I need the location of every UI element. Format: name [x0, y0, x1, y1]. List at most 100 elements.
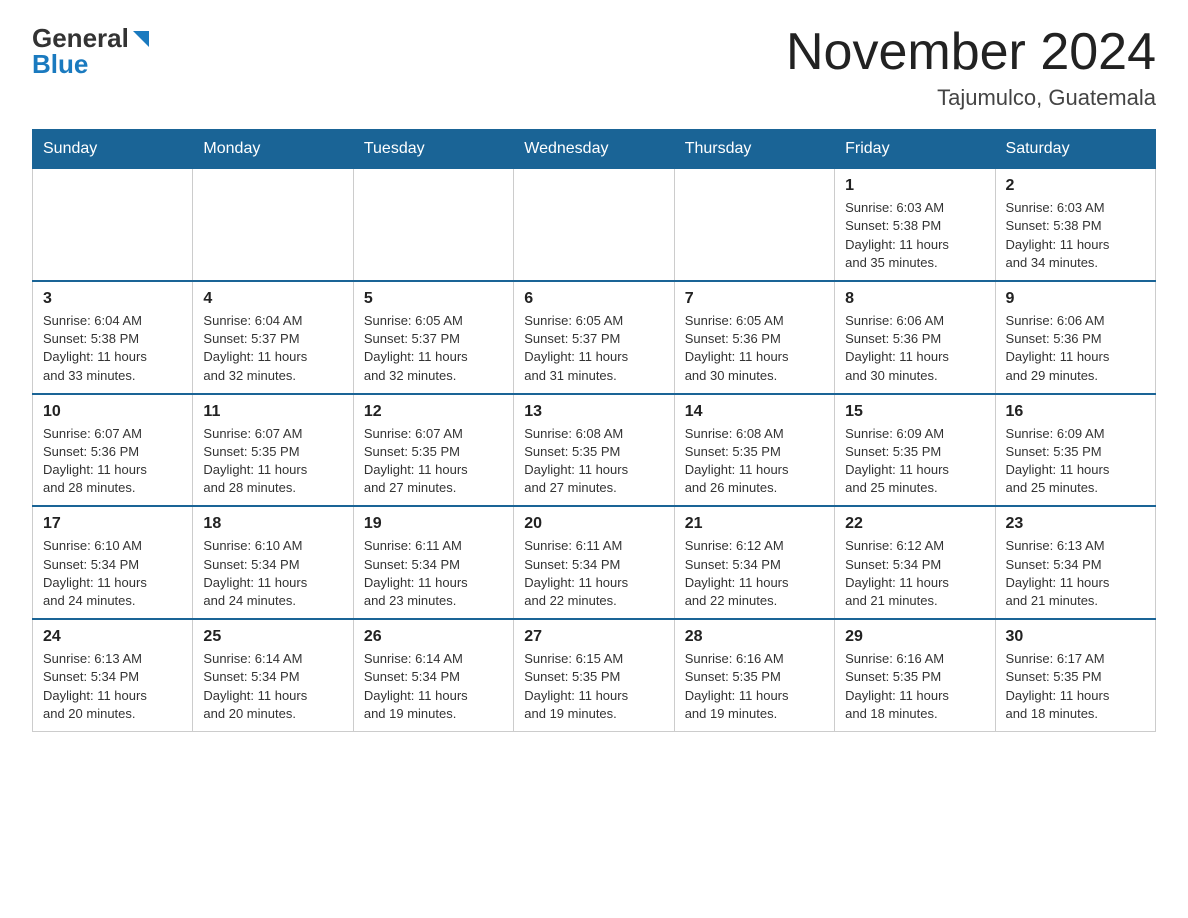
- day-number: 13: [524, 403, 663, 421]
- calendar-cell: 26 Sunrise: 6:14 AM Sunset: 5:34 PM Dayli…: [353, 619, 513, 731]
- calendar-title: November 2024: [786, 24, 1156, 81]
- title-block: November 2024 Tajumulco, Guatemala: [786, 24, 1156, 111]
- day-sun-info: Sunrise: 6:11 AM Sunset: 5:34 PM Dayligh…: [364, 537, 503, 610]
- day-sun-info: Sunrise: 6:05 AM Sunset: 5:36 PM Dayligh…: [685, 312, 824, 385]
- day-sun-info: Sunrise: 6:17 AM Sunset: 5:35 PM Dayligh…: [1006, 650, 1145, 723]
- weekday-header-sunday: Sunday: [33, 130, 193, 169]
- calendar-cell: 24Sunrise: 6:13 AM Sunset: 5:34 PM Dayli…: [33, 619, 193, 731]
- logo-arrow-icon: [131, 29, 151, 49]
- day-sun-info: Sunrise: 6:14 AM Sunset: 5:34 PM Dayligh…: [203, 650, 342, 723]
- calendar-cell: 23 Sunrise: 6:13 AM Sunset: 5:34 PM Dayli…: [995, 506, 1155, 619]
- calendar-cell: 28Sunrise: 6:16 AM Sunset: 5:35 PM Dayli…: [674, 619, 834, 731]
- weekday-header-tuesday: Tuesday: [353, 130, 513, 169]
- day-number: 19: [364, 515, 503, 533]
- calendar-cell: 6 Sunrise: 6:05 AM Sunset: 5:37 PM Daylig…: [514, 281, 674, 394]
- day-number: 20: [524, 515, 663, 533]
- day-number: 15: [845, 403, 984, 421]
- day-sun-info: Sunrise: 6:05 AM Sunset: 5:37 PM Dayligh…: [364, 312, 503, 385]
- calendar-cell: 27Sunrise: 6:15 AM Sunset: 5:35 PM Dayli…: [514, 619, 674, 731]
- calendar-cell: [33, 169, 193, 281]
- day-number: 14: [685, 403, 824, 421]
- day-number: 6: [524, 290, 663, 308]
- calendar-cell: [353, 169, 513, 281]
- weekday-header-friday: Friday: [835, 130, 995, 169]
- calendar-week-row: 17 Sunrise: 6:10 AM Sunset: 5:34 PM Dayli…: [33, 506, 1156, 619]
- logo: General Blue: [32, 24, 151, 80]
- day-sun-info: Sunrise: 6:09 AM Sunset: 5:35 PM Dayligh…: [1006, 425, 1145, 498]
- calendar-cell: 2 Sunrise: 6:03 AM Sunset: 5:38 PM Daylig…: [995, 169, 1155, 281]
- day-sun-info: Sunrise: 6:12 AM Sunset: 5:34 PM Dayligh…: [685, 537, 824, 610]
- day-number: 2: [1006, 177, 1145, 195]
- day-number: 18: [203, 515, 342, 533]
- day-number: 28: [685, 628, 824, 646]
- day-sun-info: Sunrise: 6:13 AM Sunset: 5:34 PM Dayligh…: [1006, 537, 1145, 610]
- calendar-cell: 25 Sunrise: 6:14 AM Sunset: 5:34 PM Dayli…: [193, 619, 353, 731]
- day-sun-info: Sunrise: 6:03 AM Sunset: 5:38 PM Dayligh…: [845, 199, 984, 272]
- day-number: 29: [845, 628, 984, 646]
- calendar-cell: 30Sunrise: 6:17 AM Sunset: 5:35 PM Dayli…: [995, 619, 1155, 731]
- day-number: 16: [1006, 403, 1145, 421]
- day-sun-info: Sunrise: 6:05 AM Sunset: 5:37 PM Dayligh…: [524, 312, 663, 385]
- day-number: 21: [685, 515, 824, 533]
- day-sun-info: Sunrise: 6:09 AM Sunset: 5:35 PM Dayligh…: [845, 425, 984, 498]
- day-sun-info: Sunrise: 6:13 AM Sunset: 5:34 PM Dayligh…: [43, 650, 182, 723]
- day-sun-info: Sunrise: 6:06 AM Sunset: 5:36 PM Dayligh…: [845, 312, 984, 385]
- calendar-cell: [514, 169, 674, 281]
- day-number: 4: [203, 290, 342, 308]
- page-header: General Blue November 2024 Tajumulco, Gu…: [32, 24, 1156, 111]
- day-number: 26: [364, 628, 503, 646]
- day-sun-info: Sunrise: 6:10 AM Sunset: 5:34 PM Dayligh…: [43, 537, 182, 610]
- calendar-cell: 11Sunrise: 6:07 AM Sunset: 5:35 PM Dayli…: [193, 394, 353, 507]
- calendar-cell: [674, 169, 834, 281]
- calendar-cell: 10 Sunrise: 6:07 AM Sunset: 5:36 PM Dayli…: [33, 394, 193, 507]
- weekday-header-wednesday: Wednesday: [514, 130, 674, 169]
- calendar-cell: 16 Sunrise: 6:09 AM Sunset: 5:35 PM Dayli…: [995, 394, 1155, 507]
- calendar-cell: 5Sunrise: 6:05 AM Sunset: 5:37 PM Daylig…: [353, 281, 513, 394]
- calendar-cell: 22 Sunrise: 6:12 AM Sunset: 5:34 PM Dayli…: [835, 506, 995, 619]
- weekday-header-saturday: Saturday: [995, 130, 1155, 169]
- calendar-cell: 14 Sunrise: 6:08 AM Sunset: 5:35 PM Dayli…: [674, 394, 834, 507]
- calendar-week-row: 10 Sunrise: 6:07 AM Sunset: 5:36 PM Dayli…: [33, 394, 1156, 507]
- calendar-cell: 17 Sunrise: 6:10 AM Sunset: 5:34 PM Dayli…: [33, 506, 193, 619]
- day-sun-info: Sunrise: 6:04 AM Sunset: 5:37 PM Dayligh…: [203, 312, 342, 385]
- day-sun-info: Sunrise: 6:10 AM Sunset: 5:34 PM Dayligh…: [203, 537, 342, 610]
- day-number: 9: [1006, 290, 1145, 308]
- day-sun-info: Sunrise: 6:15 AM Sunset: 5:35 PM Dayligh…: [524, 650, 663, 723]
- day-sun-info: Sunrise: 6:14 AM Sunset: 5:34 PM Dayligh…: [364, 650, 503, 723]
- day-sun-info: Sunrise: 6:12 AM Sunset: 5:34 PM Dayligh…: [845, 537, 984, 610]
- day-sun-info: Sunrise: 6:16 AM Sunset: 5:35 PM Dayligh…: [845, 650, 984, 723]
- calendar-cell: 19 Sunrise: 6:11 AM Sunset: 5:34 PM Dayli…: [353, 506, 513, 619]
- day-number: 3: [43, 290, 182, 308]
- day-sun-info: Sunrise: 6:08 AM Sunset: 5:35 PM Dayligh…: [685, 425, 824, 498]
- calendar-header-row: SundayMondayTuesdayWednesdayThursdayFrid…: [33, 130, 1156, 169]
- day-number: 12: [364, 403, 503, 421]
- day-sun-info: Sunrise: 6:06 AM Sunset: 5:36 PM Dayligh…: [1006, 312, 1145, 385]
- calendar-cell: 15 Sunrise: 6:09 AM Sunset: 5:35 PM Dayli…: [835, 394, 995, 507]
- calendar-week-row: 3Sunrise: 6:04 AM Sunset: 5:38 PM Daylig…: [33, 281, 1156, 394]
- calendar-cell: [193, 169, 353, 281]
- day-number: 10: [43, 403, 182, 421]
- calendar-cell: 12 Sunrise: 6:07 AM Sunset: 5:35 PM Dayli…: [353, 394, 513, 507]
- day-sun-info: Sunrise: 6:07 AM Sunset: 5:35 PM Dayligh…: [203, 425, 342, 498]
- calendar-cell: 20Sunrise: 6:11 AM Sunset: 5:34 PM Dayli…: [514, 506, 674, 619]
- calendar-cell: 8Sunrise: 6:06 AM Sunset: 5:36 PM Daylig…: [835, 281, 995, 394]
- day-number: 23: [1006, 515, 1145, 533]
- calendar-cell: 1 Sunrise: 6:03 AM Sunset: 5:38 PM Daylig…: [835, 169, 995, 281]
- day-number: 25: [203, 628, 342, 646]
- day-sun-info: Sunrise: 6:07 AM Sunset: 5:36 PM Dayligh…: [43, 425, 182, 498]
- calendar-table: SundayMondayTuesdayWednesdayThursdayFrid…: [32, 129, 1156, 732]
- day-number: 22: [845, 515, 984, 533]
- day-sun-info: Sunrise: 6:07 AM Sunset: 5:35 PM Dayligh…: [364, 425, 503, 498]
- calendar-subtitle: Tajumulco, Guatemala: [786, 85, 1156, 111]
- day-number: 1: [845, 177, 984, 195]
- calendar-cell: 4 Sunrise: 6:04 AM Sunset: 5:37 PM Daylig…: [193, 281, 353, 394]
- weekday-header-thursday: Thursday: [674, 130, 834, 169]
- day-number: 17: [43, 515, 182, 533]
- day-number: 7: [685, 290, 824, 308]
- calendar-cell: 9 Sunrise: 6:06 AM Sunset: 5:36 PM Daylig…: [995, 281, 1155, 394]
- day-sun-info: Sunrise: 6:03 AM Sunset: 5:38 PM Dayligh…: [1006, 199, 1145, 272]
- calendar-week-row: 24Sunrise: 6:13 AM Sunset: 5:34 PM Dayli…: [33, 619, 1156, 731]
- calendar-week-row: 1 Sunrise: 6:03 AM Sunset: 5:38 PM Daylig…: [33, 169, 1156, 281]
- calendar-cell: 29 Sunrise: 6:16 AM Sunset: 5:35 PM Dayli…: [835, 619, 995, 731]
- logo-blue: Blue: [32, 49, 88, 80]
